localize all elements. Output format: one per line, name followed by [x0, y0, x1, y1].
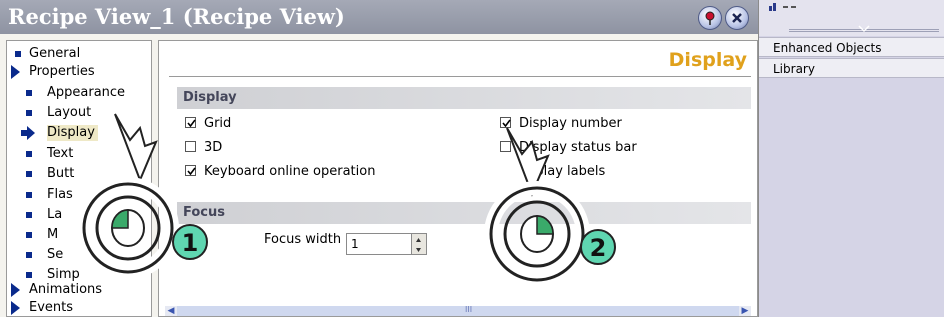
tree-item-label: Simp [47, 267, 80, 282]
bullet-icon [26, 272, 32, 278]
mouse-click-badge-1: 1 [78, 113, 208, 279]
panel-top-area [759, 0, 944, 36]
scroll-thumb-grip[interactable]: III [465, 305, 472, 314]
window-title: Recipe View_1 (Recipe View) [8, 4, 345, 29]
help-pin-button[interactable] [698, 6, 722, 30]
cursor-arrow-icon [114, 113, 158, 183]
tree-item-label: Events [29, 300, 74, 315]
bullet-icon [26, 212, 32, 218]
mouse-click-badge-2: 2 [484, 127, 616, 284]
tree-item-m[interactable]: M [26, 227, 59, 243]
checkbox-label: Keyboard online operation [204, 164, 376, 179]
tree-item-label: Se [47, 247, 64, 262]
tree-item-la[interactable]: La [26, 207, 63, 223]
bullet-icon [26, 192, 32, 198]
close-button[interactable] [725, 6, 749, 30]
expand-triangle-icon [11, 65, 20, 79]
focus-section-bar [177, 202, 751, 224]
display-section-bar [177, 87, 751, 109]
bullet-icon [15, 51, 21, 57]
tree-item-label: Properties [29, 64, 95, 79]
arrow-right-icon [21, 126, 35, 140]
bullet-icon [26, 90, 32, 96]
tree-item-properties[interactable]: Properties [11, 64, 95, 80]
pin-icon [705, 11, 715, 25]
tree-item-label: Text [47, 146, 74, 161]
bullet-icon [26, 232, 32, 238]
focus-width-label: Focus width [264, 232, 342, 247]
expand-triangle-icon [11, 301, 20, 315]
tree-item-label: Butt [47, 166, 75, 181]
arrow-down-icon [416, 248, 421, 252]
display-section-title: Display [183, 90, 237, 105]
tree-item-animations[interactable]: Animations [11, 282, 102, 298]
spinner-up-button[interactable] [411, 234, 426, 244]
chevron-down-icon[interactable] [857, 25, 871, 33]
tree-item-label: Flas [47, 187, 73, 202]
tree-item-events[interactable]: Events [11, 300, 73, 316]
tree-item-flashing[interactable]: Flas [26, 187, 73, 203]
step-number: 2 [590, 234, 607, 262]
focus-width-value[interactable]: 1 [351, 237, 359, 251]
tools-side-panel: Enhanced Objects Library [759, 0, 944, 317]
close-icon [732, 13, 742, 23]
toolbar-icon [769, 3, 796, 11]
tree-item-label: General [29, 46, 81, 61]
tree-item-appearance[interactable]: Appearance [26, 85, 126, 101]
display-properties-panel: Display Display Grid 3D Keyboard online … [158, 40, 758, 317]
tree-item-label: Appearance [47, 85, 126, 100]
tree-item-label: M [47, 227, 59, 242]
library-item[interactable]: Library [759, 58, 944, 78]
tree-item-general[interactable]: General [15, 46, 80, 62]
mouse-icon [111, 209, 145, 247]
bullet-icon [26, 151, 32, 157]
spinner-down-button[interactable] [411, 244, 426, 254]
panel-heading: Display [668, 49, 747, 71]
scroll-right-icon[interactable]: ▶ [739, 306, 751, 316]
title-bar: Recipe View_1 (Recipe View) [0, 0, 758, 34]
tree-item-text[interactable]: Text [26, 146, 74, 162]
mouse-icon [520, 215, 554, 253]
scroll-left-icon[interactable]: ◀ [165, 306, 177, 316]
enhanced-objects-item[interactable]: Enhanced Objects [759, 37, 944, 57]
tree-item-simp[interactable]: Simp [26, 267, 80, 283]
bullet-icon [26, 252, 32, 258]
bullet-icon [26, 171, 32, 177]
heading-divider [169, 76, 751, 77]
focus-width-spinner[interactable]: 1 [346, 233, 427, 255]
tree-item-label: Animations [29, 282, 103, 297]
tree-item-buttons[interactable]: Butt [26, 166, 75, 182]
step-number: 1 [182, 229, 199, 257]
bullet-icon [26, 110, 32, 116]
tree-item-label: La [47, 207, 63, 222]
tree-item-se[interactable]: Se [26, 247, 64, 263]
expand-triangle-icon [11, 283, 20, 297]
horizontal-scrollbar[interactable]: ◀ III ▶ [165, 305, 751, 316]
